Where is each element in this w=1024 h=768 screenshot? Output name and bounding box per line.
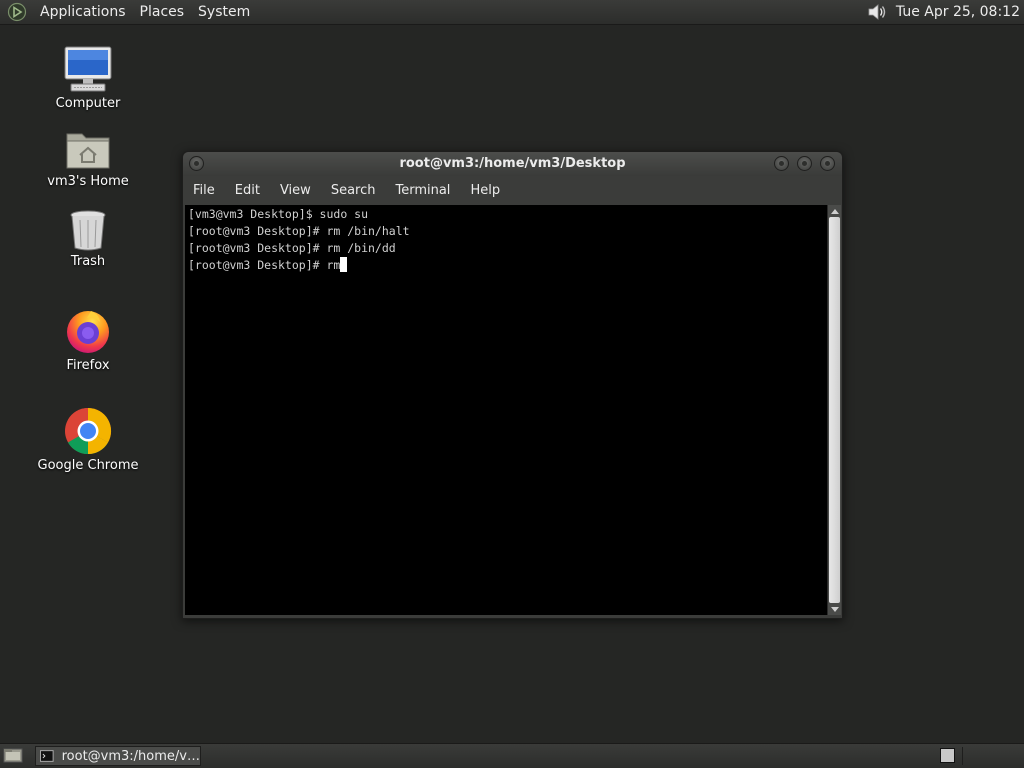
terminal-window[interactable]: root@vm3:/home/vm3/Desktop File Edit Vie… [182,151,843,619]
terminal-scrollbar[interactable] [827,205,841,615]
places-menu[interactable]: Places [133,0,192,24]
panel-separator [962,747,963,765]
desktop-icon-chrome[interactable]: Google Chrome [28,406,148,474]
terminal-icon [40,750,54,762]
taskbar-terminal-button[interactable]: root@vm3:/home/v… [35,746,201,766]
speaker-icon[interactable] [866,1,888,23]
desktop-icon-label: Trash [70,254,106,269]
terminal-output[interactable]: [vm3@vm3 Desktop]$ sudo su [root@vm3 Des… [185,205,827,615]
menu-help[interactable]: Help [460,178,510,204]
desktop-icon-home[interactable]: vm3's Home [28,128,148,190]
window-title: root@vm3:/home/vm3/Desktop [399,156,626,171]
scroll-up-arrow-icon[interactable] [831,209,839,214]
desktop-icon-trash[interactable]: Trash [28,208,148,270]
chrome-icon [65,407,112,455]
maximize-button[interactable] [797,156,812,171]
terminal-line: [root@vm3 Desktop]# rm /bin/halt [188,224,410,238]
firefox-icon [67,311,109,353]
computer-icon [64,46,112,92]
desktop-icon-label: vm3's Home [47,174,129,189]
applications-menu[interactable]: Applications [33,0,133,24]
desktop-icon-computer[interactable]: Computer [28,46,148,112]
menu-file[interactable]: File [183,178,225,204]
terminal-line: [vm3@vm3 Desktop]$ sudo su [188,207,369,221]
desktop-icon-label: Computer [55,96,121,111]
taskbar-task-label: root@vm3:/home/v… [61,748,200,764]
system-menu[interactable]: System [191,0,257,24]
window-titlebar[interactable]: root@vm3:/home/vm3/Desktop [183,152,842,176]
terminal-menubar: File Edit View Search Terminal Help [183,178,842,204]
menu-search[interactable]: Search [321,178,386,204]
terminal-prompt-input[interactable]: [root@vm3 Desktop]# rm [188,258,340,272]
close-button[interactable] [820,156,835,171]
minimize-button[interactable] [774,156,789,171]
text-cursor [340,257,348,272]
show-desktop-icon[interactable] [3,747,23,765]
scroll-down-arrow-icon[interactable] [831,607,839,612]
top-panel: Applications Places System Tue Apr 25, 0… [0,0,1024,25]
desktop-icon-label: Firefox [66,358,110,373]
menu-edit[interactable]: Edit [225,178,270,204]
desktop-icon-label: Google Chrome [37,458,139,473]
menu-terminal[interactable]: Terminal [385,178,460,204]
home-folder-icon [66,133,110,169]
workspace-switcher[interactable] [940,748,955,763]
menu-view[interactable]: View [270,178,321,204]
clock[interactable]: Tue Apr 25, 08:12 [896,4,1020,20]
terminal-line: [root@vm3 Desktop]# rm /bin/dd [188,241,396,255]
scrollbar-thumb[interactable] [829,217,840,603]
desktop-icon-firefox[interactable]: Firefox [28,306,148,374]
terminal-line-current[interactable]: [root@vm3 Desktop]# rm [188,257,824,274]
bottom-panel: root@vm3:/home/v… [0,743,1024,768]
trash-icon [70,210,106,251]
distro-logo-icon[interactable] [7,2,27,22]
